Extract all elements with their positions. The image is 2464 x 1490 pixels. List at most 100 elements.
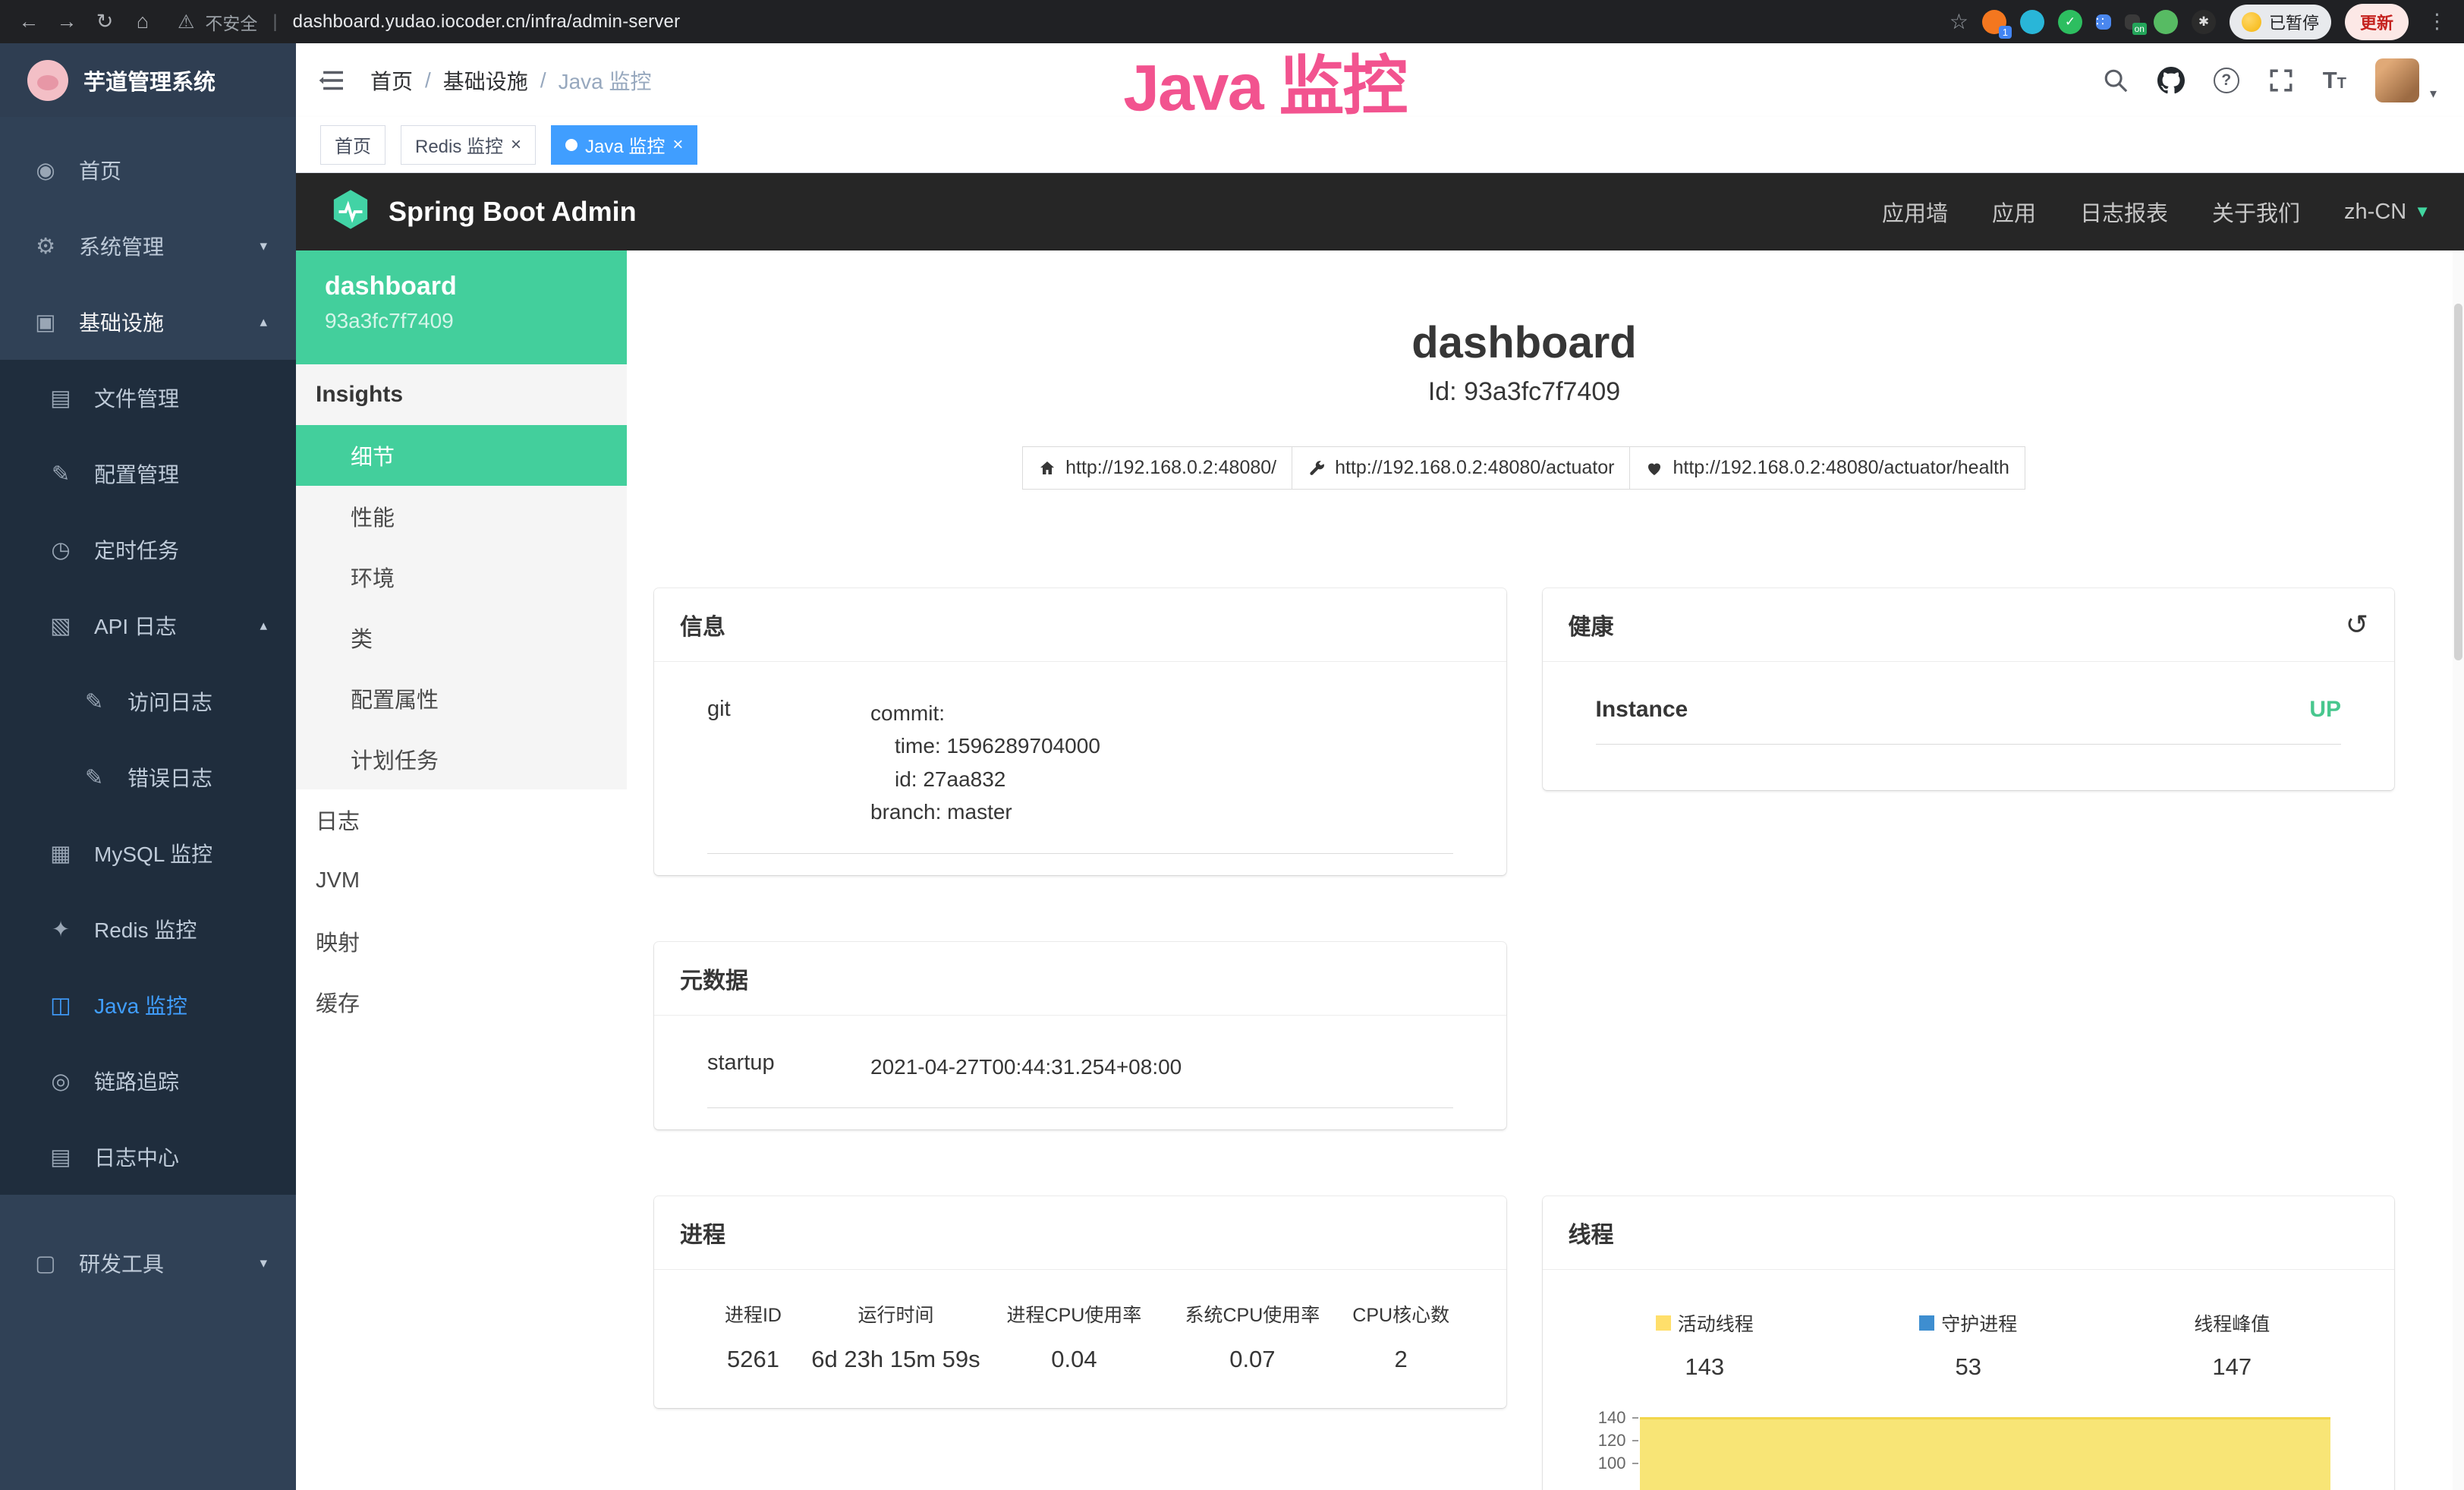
sba-item-details[interactable]: 细节 bbox=[296, 425, 627, 486]
sidebar-item-config[interactable]: ✎ 配置管理 bbox=[0, 436, 296, 512]
service-url-link[interactable]: http://192.168.0.2:48080/ bbox=[1022, 446, 1292, 490]
user-avatar[interactable] bbox=[2375, 58, 2419, 102]
bookmark-star-icon[interactable]: ☆ bbox=[1949, 9, 1968, 34]
extension-icon-green-check[interactable]: ✓ bbox=[2058, 10, 2082, 34]
sidebar-item-mysql[interactable]: ▦ MySQL 监控 bbox=[0, 815, 296, 891]
sidebar-item-dev-tools[interactable]: ▢ 研发工具 ▾ bbox=[0, 1225, 296, 1301]
address-bar[interactable]: ⚠ 不安全 | dashboard.yudao.iocoder.cn/infra… bbox=[178, 9, 1945, 35]
sba-instance-header[interactable]: dashboard 93a3fc7f7409 bbox=[296, 250, 627, 364]
app-logo[interactable]: 芋道管理系统 bbox=[0, 43, 296, 117]
sidebar-item-access-log[interactable]: ✎ 访问日志 bbox=[0, 663, 296, 739]
extension-icon-orange[interactable]: 1 bbox=[1982, 10, 2006, 34]
sidebar-item-label: 配置管理 bbox=[94, 458, 179, 489]
sidebar-item-error-log[interactable]: ✎ 错误日志 bbox=[0, 739, 296, 815]
sidebar-item-log-center[interactable]: ▤ 日志中心 bbox=[0, 1119, 296, 1195]
sba-item-loggers[interactable]: 日志 bbox=[296, 789, 627, 850]
tab-java[interactable]: Java 监控 × bbox=[551, 125, 697, 165]
back-icon[interactable]: ← bbox=[12, 5, 46, 39]
tab-home[interactable]: 首页 bbox=[320, 125, 385, 165]
threads-card-body: 活动线程 守护进程 线程峰值 143 53 bbox=[1543, 1270, 2395, 1490]
annotation-text: Java 监控 bbox=[1122, 32, 1406, 129]
sba-item-config-props[interactable]: 配置属性 bbox=[296, 668, 627, 729]
scrollbar-thumb[interactable] bbox=[2454, 304, 2462, 660]
url-text[interactable]: dashboard.yudao.iocoder.cn/infra/admin-s… bbox=[293, 11, 681, 33]
chrome-update-button[interactable]: 更新 bbox=[2345, 4, 2409, 40]
java-monitor-icon: ◫ bbox=[47, 992, 74, 1019]
extension-icon-grid[interactable]: ∷ bbox=[2096, 14, 2111, 30]
sba-item-jvm[interactable]: JVM bbox=[296, 850, 627, 911]
home-icon[interactable]: ⌂ bbox=[126, 5, 159, 39]
actuator-url-link[interactable]: http://192.168.0.2:48080/actuator bbox=[1292, 446, 1630, 490]
sba-item-classes[interactable]: 类 bbox=[296, 607, 627, 668]
legend-daemon-threads: 守护进程 bbox=[1836, 1309, 2101, 1337]
process-card-header: 进程 bbox=[654, 1196, 1506, 1270]
process-col-header: 运行时间 bbox=[807, 1300, 985, 1328]
sidebar-item-api-log[interactable]: ▧ API 日志 ▴ bbox=[0, 587, 296, 663]
close-icon[interactable]: × bbox=[672, 134, 683, 156]
extension-icon-paw[interactable]: ✱ bbox=[2192, 10, 2216, 34]
system-cpu-value: 0.07 bbox=[1163, 1346, 1342, 1373]
sidebar-item-job[interactable]: ◷ 定时任务 bbox=[0, 512, 296, 587]
reload-icon[interactable]: ↻ bbox=[88, 5, 121, 39]
sidebar-item-system[interactable]: ⚙ 系统管理 ▾ bbox=[0, 208, 296, 284]
close-icon[interactable]: × bbox=[511, 134, 521, 156]
browser-menu-icon[interactable]: ⋮ bbox=[2422, 10, 2452, 33]
breadcrumb-home[interactable]: 首页 bbox=[370, 65, 413, 96]
sidebar-item-redis[interactable]: ✦ Redis 监控 bbox=[0, 891, 296, 967]
peak-threads-value: 147 bbox=[2101, 1353, 2365, 1381]
process-card: 进程 进程ID 运行时间 进程CPU使用率 系统CPU使用率 CPU核心数 52… bbox=[654, 1196, 1506, 1408]
sba-nav-journal[interactable]: 日志报表 bbox=[2080, 196, 2168, 228]
font-size-icon[interactable]: TT bbox=[2323, 67, 2346, 94]
hamburger-icon[interactable] bbox=[314, 63, 349, 98]
sidebar-item-infra[interactable]: ▣ 基础设施 ▴ bbox=[0, 284, 296, 360]
sidebar-item-trace[interactable]: ◎ 链路追踪 bbox=[0, 1043, 296, 1119]
sba-nav-applications[interactable]: 应用 bbox=[1992, 196, 2036, 228]
redis-icon: ✦ bbox=[47, 916, 74, 943]
extension-icon-blue[interactable] bbox=[2020, 10, 2044, 34]
tab-redis[interactable]: Redis 监控 × bbox=[401, 125, 536, 165]
sba-brand[interactable]: Spring Boot Admin bbox=[329, 188, 637, 235]
health-url-text: http://192.168.0.2:48080/actuator/health bbox=[1673, 457, 2009, 479]
daemon-threads-value: 53 bbox=[1836, 1353, 2101, 1381]
sba-item-scheduled-tasks[interactable]: 计划任务 bbox=[296, 729, 627, 789]
monitor-icon: ▣ bbox=[32, 309, 59, 335]
sba-item-mappings[interactable]: 映射 bbox=[296, 911, 627, 972]
heart-icon bbox=[1645, 459, 1663, 477]
sba-item-caches[interactable]: 缓存 bbox=[296, 972, 627, 1032]
info-value: commit: time: 1596289704000 id: 27aa832 … bbox=[870, 697, 1100, 829]
help-icon[interactable]: ? bbox=[2214, 68, 2239, 93]
sba-navbar: Spring Boot Admin 应用墙 应用 日志报表 关于我们 zh-CN… bbox=[296, 173, 2464, 250]
extension-icon-leaf[interactable] bbox=[2154, 10, 2178, 34]
fullscreen-icon[interactable] bbox=[2268, 68, 2294, 93]
app-sidebar: 芋道管理系统 ◉ 首页 ⚙ 系统管理 ▾ ▣ 基础设施 ▴ ▤ 文件管理 bbox=[0, 43, 296, 1490]
search-icon[interactable] bbox=[2103, 68, 2129, 93]
sba-locale-select[interactable]: zh-CN ▼ bbox=[2344, 200, 2431, 225]
threads-card: 线程 活动线程 守护进程 bbox=[1543, 1196, 2395, 1490]
sba-nav-wallboard[interactable]: 应用墙 bbox=[1882, 196, 1948, 228]
sba-item-environment[interactable]: 环境 bbox=[296, 547, 627, 607]
profile-paused-chip[interactable]: 已暂停 bbox=[2230, 5, 2331, 39]
forward-icon[interactable]: → bbox=[50, 5, 83, 39]
breadcrumb-infra[interactable]: 基础设施 bbox=[443, 65, 528, 96]
sba-item-metrics[interactable]: 性能 bbox=[296, 486, 627, 547]
sidebar-item-label: 首页 bbox=[79, 155, 121, 185]
threads-legend: 活动线程 守护进程 线程峰值 143 53 bbox=[1573, 1309, 2365, 1381]
live-threads-value: 143 bbox=[1573, 1353, 1837, 1381]
header-actions: ? TT ▾ bbox=[2103, 58, 2437, 102]
instance-links: http://192.168.0.2:48080/ http://192.168… bbox=[654, 446, 2394, 490]
sidebar-item-home[interactable]: ◉ 首页 bbox=[0, 132, 296, 208]
security-label[interactable]: 不安全 bbox=[205, 9, 257, 35]
github-icon[interactable] bbox=[2157, 67, 2185, 94]
sidebar-item-java[interactable]: ◫ Java 监控 bbox=[0, 967, 296, 1043]
sidebar-item-file[interactable]: ▤ 文件管理 bbox=[0, 360, 296, 436]
history-icon[interactable]: ↺ bbox=[2346, 611, 2368, 638]
sba-nav-about[interactable]: 关于我们 bbox=[2212, 196, 2300, 228]
health-url-link[interactable]: http://192.168.0.2:48080/actuator/health bbox=[1629, 446, 2025, 490]
process-col-header: 进程CPU使用率 bbox=[985, 1300, 1163, 1328]
info-card: 信息 git commit: time: 1596289704000 id: 2… bbox=[654, 588, 1506, 875]
metadata-card-header: 元数据 bbox=[654, 942, 1506, 1016]
info-card-header: 信息 bbox=[654, 588, 1506, 662]
extension-icon-proxy[interactable]: on bbox=[2125, 14, 2140, 30]
app-title: 芋道管理系统 bbox=[83, 65, 216, 96]
detail-cards: 信息 git commit: time: 1596289704000 id: 2… bbox=[654, 588, 2394, 1490]
